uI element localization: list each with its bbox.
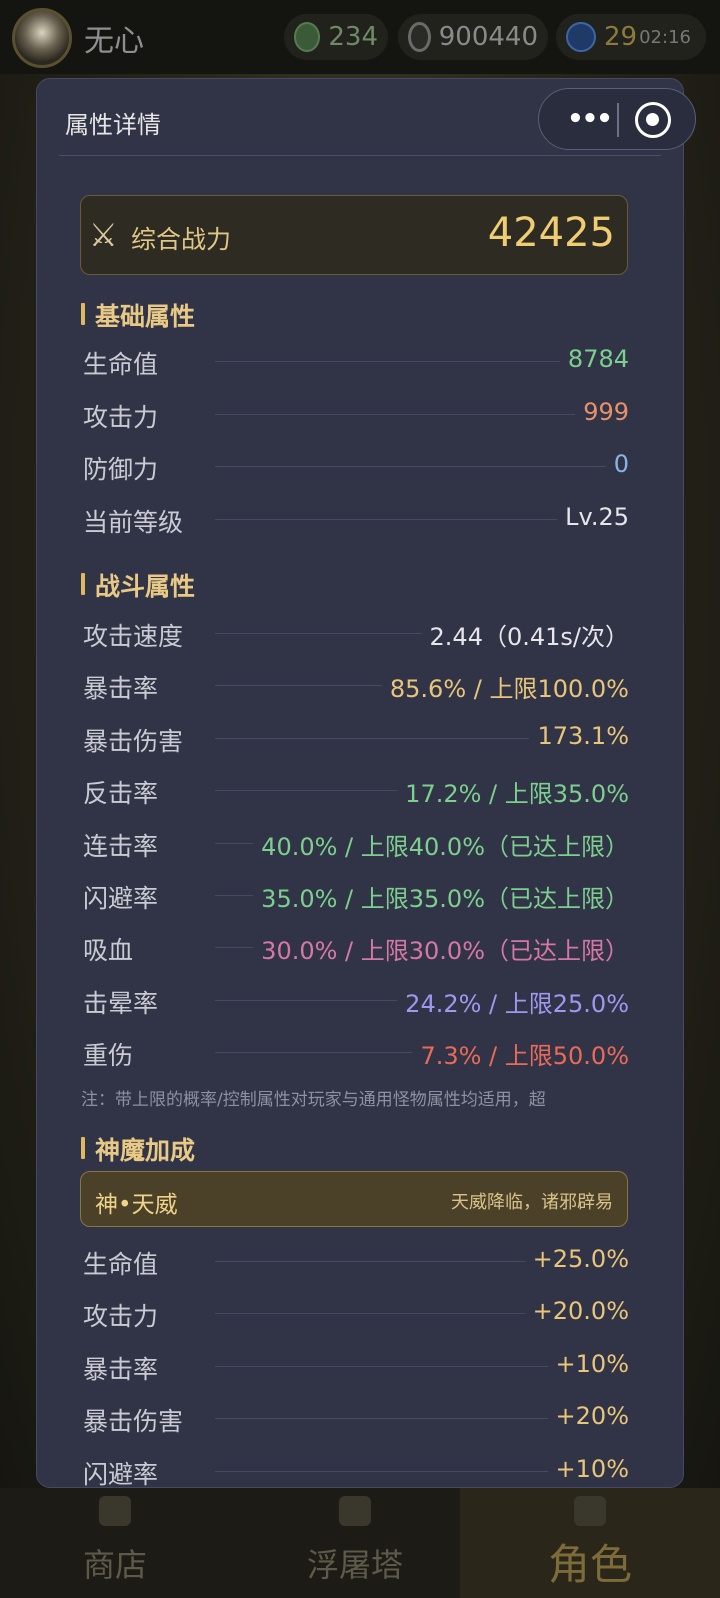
attribute-value: 999 — [575, 397, 629, 426]
capsule-divider — [617, 103, 619, 137]
section-basic-title: 基础属性 — [81, 297, 195, 333]
more-dots-icon[interactable]: ••• — [559, 89, 619, 149]
attribute-row: 防御力 0 — [83, 446, 629, 486]
section-combat-title: 战斗属性 — [81, 567, 195, 603]
attribute-row: 重伤 7.3% / 上限50.0% — [83, 1032, 629, 1072]
nav-role-label: 角色 — [547, 1540, 632, 1589]
attribute-label: 暴击伤害 — [83, 1407, 184, 1437]
blessing-desc: 天威降临，诸邪辟易 — [451, 1192, 613, 1213]
attribute-label: 击晕率 — [83, 988, 159, 1018]
attribute-row: 暴击伤害 173.1% — [83, 718, 629, 758]
coin-value: 900440 — [438, 22, 538, 52]
attribute-value: 35.0% / 上限35.0%（已达上限） — [253, 879, 629, 914]
attribute-label: 攻击力 — [83, 402, 159, 432]
jade-icon — [294, 22, 321, 52]
attribute-row: 生命值 8784 — [83, 341, 629, 381]
jade-value: 234 — [328, 22, 378, 52]
modal-title: 属性详情 — [65, 111, 161, 139]
blessing-box: 神•天威 天威降临，诸邪辟易 — [80, 1171, 628, 1227]
power-box: ⚔ 综合战力 42425 — [80, 195, 628, 275]
attribute-row: 反击率 17.2% / 上限35.0% — [83, 770, 629, 810]
tower-icon — [339, 1496, 371, 1526]
leader-line — [215, 466, 629, 467]
attribute-value: +10% — [547, 1349, 629, 1378]
attribute-row: 暴击率 85.6% / 上限100.0% — [83, 665, 629, 705]
nav-role[interactable]: 角色 — [460, 1488, 720, 1598]
gem-icon — [566, 22, 596, 52]
nav-shop-label: 商店 — [82, 1546, 147, 1584]
attribute-row: 击晕率 24.2% / 上限25.0% — [83, 980, 629, 1020]
attribute-value: 7.3% / 上限50.0% — [412, 1036, 629, 1072]
attribute-label: 反击率 — [83, 779, 159, 809]
avatar[interactable] — [12, 8, 72, 68]
crossed-swords-icon: ⚔ — [89, 216, 118, 254]
attribute-row: 连击率 40.0% / 上限40.0%（已达上限） — [83, 823, 629, 863]
divider — [59, 155, 661, 156]
attribute-label: 生命值 — [83, 350, 159, 379]
attribute-label: 当前等级 — [83, 507, 184, 537]
gem-counter[interactable]: 29 02:16 — [556, 14, 706, 60]
blessing-name: 神•天威 — [95, 1192, 178, 1218]
attribute-label: 暴击伤害 — [83, 726, 184, 756]
bottom-nav: 商店 浮屠塔 角色 — [0, 1488, 720, 1598]
attribute-label: 生命值 — [83, 1250, 159, 1279]
attribute-value: 0 — [605, 450, 629, 478]
attribute-value: 40.0% / 上限40.0%（已达上限） — [253, 826, 629, 862]
attribute-value: 173.1% — [529, 721, 629, 750]
nav-tower[interactable]: 浮屠塔 — [270, 1488, 440, 1598]
nav-shop[interactable]: 商店 — [30, 1488, 200, 1598]
gem-value: 29 — [604, 22, 638, 52]
leader-line — [215, 413, 629, 415]
attribute-label: 攻击速度 — [83, 622, 184, 651]
attribute-row: 攻击力 +20.0% — [83, 1293, 629, 1333]
jade-counter[interactable]: 234 — [284, 14, 388, 60]
attribute-value: 8784 — [559, 345, 629, 373]
attribute-value: +20.0% — [524, 1297, 629, 1326]
attribute-label: 闪避率 — [83, 884, 159, 913]
top-bar: 无心 234 900440 29 02:16 — [0, 0, 720, 74]
attribute-row: 攻击力 999 — [83, 394, 629, 434]
role-icon — [574, 1496, 606, 1526]
attribute-value: +25.0% — [524, 1245, 629, 1273]
attribute-label: 连击率 — [83, 831, 159, 861]
attribute-modal: 属性详情 ⚔ 综合战力 42425 基础属性 生命值 8784 攻击力 999 防御力 0… — [36, 78, 684, 1488]
attribute-row: 当前等级 Lv.25 — [83, 499, 629, 539]
attribute-label: 暴击率 — [83, 1354, 159, 1384]
attribute-row: 生命值 +25.0% — [83, 1241, 629, 1281]
coin-icon — [408, 22, 431, 52]
shop-icon — [99, 1496, 131, 1526]
attribute-value: 24.2% / 上限25.0% — [397, 983, 629, 1019]
attribute-label: 吸血 — [83, 936, 134, 966]
timer-text: 02:16 — [639, 26, 691, 48]
attribute-label: 暴击率 — [83, 674, 159, 704]
attribute-row: 闪避率 +10% — [83, 1451, 629, 1488]
attribute-row: 攻击速度 2.44（0.41s/次） — [83, 613, 629, 653]
attribute-row: 暴击伤害 +20% — [83, 1398, 629, 1438]
attribute-row: 暴击率 +10% — [83, 1346, 629, 1386]
close-target-icon[interactable] — [635, 102, 671, 138]
attribute-value: 2.44（0.41s/次） — [421, 617, 629, 652]
power-label: 综合战力 — [131, 225, 232, 254]
attribute-value: Lv.25 — [557, 502, 629, 531]
coin-counter[interactable]: 900440 — [398, 14, 548, 60]
section-divine-title: 神魔加成 — [81, 1131, 195, 1167]
attribute-value: 85.6% / 上限100.0% — [381, 669, 629, 705]
attribute-row: 闪避率 35.0% / 上限35.0%（已达上限） — [83, 875, 629, 915]
attribute-value: +10% — [547, 1454, 629, 1483]
attribute-label: 攻击力 — [83, 1302, 159, 1332]
capsule-menu: ••• — [538, 88, 696, 150]
power-value: 42425 — [487, 210, 615, 256]
attribute-label: 闪避率 — [83, 1459, 159, 1488]
attribute-row: 吸血 30.0% / 上限30.0%（已达上限） — [83, 927, 629, 967]
attribute-label: 重伤 — [83, 1041, 134, 1071]
attribute-value: 30.0% / 上限30.0%（已达上限） — [253, 931, 629, 967]
nav-tower-label: 浮屠塔 — [306, 1546, 403, 1584]
player-name: 无心 — [84, 24, 144, 59]
attribute-value: +20% — [547, 1402, 629, 1431]
attribute-label: 防御力 — [83, 455, 159, 484]
note-text: 注：带上限的概率/控制属性对玩家与通用怪物属性均适用，超 — [81, 1090, 546, 1110]
attribute-value: 17.2% / 上限35.0% — [397, 774, 629, 810]
